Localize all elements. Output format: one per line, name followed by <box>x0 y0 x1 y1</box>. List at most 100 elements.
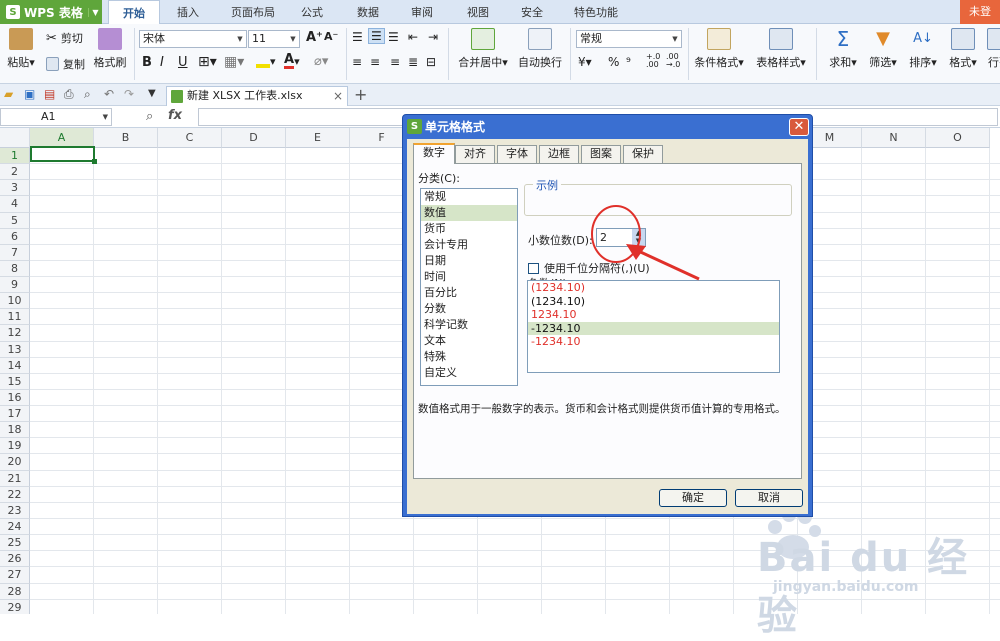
row-header[interactable]: 1 <box>0 148 30 165</box>
column-header[interactable]: B <box>94 128 158 148</box>
row-header[interactable]: 21 <box>0 470 30 487</box>
align-top-icon[interactable]: ☰ <box>352 30 363 44</box>
align-middle-icon[interactable]: ☰ <box>368 28 385 44</box>
row-header[interactable]: 6 <box>0 228 30 245</box>
underline-icon[interactable]: U <box>178 55 188 70</box>
row-header[interactable]: 20 <box>0 454 30 471</box>
thousands-checkbox[interactable] <box>528 262 539 274</box>
row-header[interactable]: 9 <box>0 277 30 294</box>
dialog-tab-border[interactable]: 边框 <box>539 145 579 163</box>
close-icon[interactable]: ✕ <box>789 118 809 136</box>
indent-left-icon[interactable]: ⇤ <box>408 30 418 44</box>
negative-format-item[interactable]: 1234.10 <box>528 308 779 322</box>
align-bottom-icon[interactable]: ☰ <box>388 30 399 44</box>
row-header[interactable]: 2 <box>0 164 30 181</box>
tab-review[interactable]: 审阅 <box>402 0 442 24</box>
chevron-down-icon[interactable]: ▼ <box>88 7 102 17</box>
category-list[interactable]: 常规 数值 货币 会计专用 日期 时间 百分比 分数 科学记数 文本 特殊 自定义 <box>420 188 518 386</box>
tab-security[interactable]: 安全 <box>512 0 552 24</box>
conditional-format-button[interactable]: 条件格式▾ <box>692 28 746 70</box>
tab-formulas[interactable]: 公式 <box>292 0 332 24</box>
justify-icon[interactable]: ≣ <box>408 55 418 69</box>
category-item[interactable]: 会计专用 <box>421 237 517 253</box>
undo-icon[interactable]: ↶ <box>104 87 114 101</box>
indent-right-icon[interactable]: ⇥ <box>428 30 438 44</box>
fill-color-button[interactable]: ▾ <box>256 54 276 68</box>
zoom-formula-icon[interactable]: ⌕ <box>146 109 153 124</box>
cancel-button[interactable]: 取消 <box>735 489 803 507</box>
row-header[interactable]: 28 <box>0 583 30 600</box>
column-header[interactable]: A <box>30 128 94 148</box>
table-style-button[interactable]: 表格样式▾ <box>752 28 810 70</box>
cell-style-icon[interactable]: ▦▾ <box>224 54 244 70</box>
row-header[interactable]: 24 <box>0 518 30 536</box>
negative-format-item[interactable]: (1234.10) <box>528 295 779 309</box>
column-header[interactable]: D <box>222 128 286 148</box>
filter-button[interactable]: ▼ 筛选▾ <box>864 28 902 70</box>
fx-icon[interactable]: fx <box>168 108 182 123</box>
row-header[interactable]: 12 <box>0 325 30 342</box>
wrap-text-button[interactable]: 自动换行 <box>516 28 564 70</box>
dialog-tab-protection[interactable]: 保护 <box>623 145 663 163</box>
category-item[interactable]: 特殊 <box>421 349 517 365</box>
number-format-select[interactable]: 常规 ▼ <box>576 30 682 48</box>
thousands-icon[interactable]: ⁹ <box>626 55 631 69</box>
distribute-icon[interactable]: ⊟ <box>426 55 436 69</box>
row-header[interactable]: 16 <box>0 389 30 407</box>
export-pdf-icon[interactable]: ▤ <box>44 87 55 101</box>
customize-toolbar-icon[interactable]: ▼ <box>148 88 156 99</box>
column-header[interactable]: N <box>862 128 926 148</box>
align-right-icon[interactable]: ≡ <box>390 55 400 69</box>
row-header[interactable]: 18 <box>0 422 30 439</box>
decrease-decimal-icon[interactable]: .00 →.0 <box>666 53 684 69</box>
row-header[interactable]: 8 <box>0 260 30 278</box>
category-item[interactable]: 常规 <box>421 189 517 205</box>
document-tab[interactable]: 新建 XLSX 工作表.xlsx × <box>166 86 348 106</box>
category-item[interactable]: 时间 <box>421 269 517 285</box>
increase-decimal-icon[interactable]: +.0.00 <box>646 53 664 69</box>
row-header[interactable]: 23 <box>0 502 30 519</box>
tab-view[interactable]: 视图 <box>458 0 498 24</box>
font-color-button[interactable]: A ▾ <box>284 53 300 69</box>
negative-numbers-list[interactable]: (1234.10) (1234.10) 1234.10 -1234.10 -1234.1… <box>527 280 780 373</box>
dialog-tab-number[interactable]: 数字 <box>413 143 455 164</box>
print-preview-icon[interactable]: ⌕ <box>84 87 91 102</box>
bold-icon[interactable]: B <box>142 55 152 70</box>
print-icon[interactable]: ⎙ <box>64 87 74 102</box>
sort-button[interactable]: A↓ 排序▾ <box>904 28 942 70</box>
row-header[interactable]: 3 <box>0 180 30 197</box>
merge-center-button[interactable]: 合并居中▾ <box>454 28 512 70</box>
font-name-select[interactable]: 宋体 ▼ <box>139 30 247 48</box>
tab-home[interactable]: 开始 <box>108 0 160 24</box>
select-all-corner[interactable] <box>0 128 30 148</box>
rows-cols-button[interactable]: 行列 <box>984 28 1000 70</box>
category-item[interactable]: 自定义 <box>421 365 517 381</box>
row-header[interactable]: 29 <box>0 599 30 614</box>
tab-features[interactable]: 特色功能 <box>566 0 626 24</box>
tab-insert[interactable]: 插入 <box>166 0 210 24</box>
redo-icon[interactable]: ↷ <box>124 87 134 101</box>
dialog-tab-font[interactable]: 字体 <box>497 145 537 163</box>
clear-format-icon[interactable]: ⌀▾ <box>314 54 328 69</box>
row-header[interactable]: 13 <box>0 341 30 358</box>
category-item[interactable]: 日期 <box>421 253 517 269</box>
column-header[interactable]: C <box>158 128 222 148</box>
format-painter-button[interactable]: 格式刷 <box>90 28 130 70</box>
row-header[interactable]: 10 <box>0 293 30 310</box>
name-box[interactable]: A1 ▼ <box>0 108 112 126</box>
row-header[interactable]: 5 <box>0 212 30 229</box>
row-header[interactable]: 27 <box>0 567 30 584</box>
category-item[interactable]: 数值 <box>421 205 517 221</box>
column-header[interactable]: E <box>286 128 350 148</box>
tab-page-layout[interactable]: 页面布局 <box>222 0 284 24</box>
copy-button[interactable]: 复制 <box>46 56 85 72</box>
format-button[interactable]: 格式▾ <box>944 28 982 70</box>
font-size-select[interactable]: 11 ▼ <box>248 30 300 48</box>
paste-button[interactable]: 粘贴▾ <box>4 28 38 70</box>
row-header[interactable]: 17 <box>0 406 30 423</box>
sum-button[interactable]: Σ 求和▾ <box>824 28 862 70</box>
category-item[interactable]: 分数 <box>421 301 517 317</box>
category-item[interactable]: 科学记数 <box>421 317 517 333</box>
row-header[interactable]: 19 <box>0 438 30 455</box>
active-cell[interactable] <box>30 146 97 164</box>
